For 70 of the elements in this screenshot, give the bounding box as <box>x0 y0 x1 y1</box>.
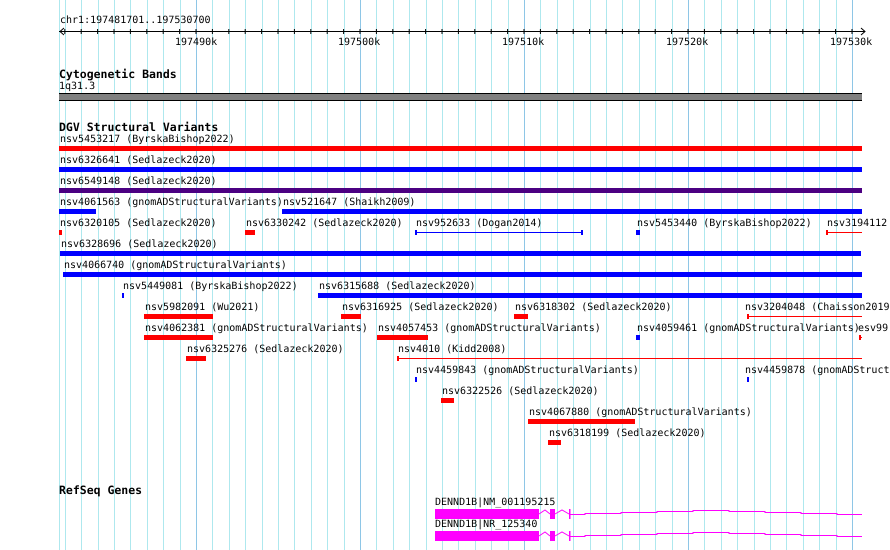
variant-bar[interactable] <box>514 314 528 319</box>
gene-model-drawing[interactable] <box>435 509 862 519</box>
variant-label: nsv5453440 (ByrskaBishop2022) <box>637 218 812 230</box>
variant-bar[interactable] <box>441 398 454 403</box>
variant-bar[interactable] <box>636 230 640 235</box>
variant-label: nsv4459843 (gnomADStructuralVariants) <box>416 365 639 377</box>
variant-label: esv99 <box>858 323 888 335</box>
variant-bar[interactable] <box>186 356 206 361</box>
variant-bar[interactable] <box>63 272 862 277</box>
variant-bar[interactable] <box>245 230 255 235</box>
gene-label: DENND1B|NR_125340 <box>435 519 538 531</box>
tick-label: 197490k <box>175 37 218 49</box>
variant-label: nsv6315688 (Sedlazeck2020) <box>319 281 476 293</box>
variant-label: nsv6328696 (Sedlazeck2020) <box>61 239 218 251</box>
variant-label: nsv4062381 (gnomADStructuralVariants) <box>145 323 368 335</box>
variant-label: nsv3194112 <box>827 218 888 230</box>
variant-label: nsv6325276 (Sedlazeck2020) <box>187 344 344 356</box>
variant-label: nsv5982091 (Wu2021) <box>145 302 260 314</box>
variant-label: nsv4057453 (gnomADStructuralVariants) <box>378 323 601 335</box>
tick-label: 197500k <box>338 37 380 49</box>
variant-bar[interactable] <box>377 335 428 340</box>
variant-bar[interactable] <box>144 335 213 340</box>
variant-label: nsv4061563 (gnomADStructuralVariants) <box>60 197 283 209</box>
variant-bar[interactable] <box>282 209 862 214</box>
gene-label: DENND1B|NM_001195215 <box>435 497 556 509</box>
variant-label: nsv6322526 (Sedlazeck2020) <box>442 386 599 398</box>
variant-label: nsv4010 (Kidd2008) <box>398 344 506 356</box>
variant-bar[interactable] <box>59 209 96 214</box>
variant-bar[interactable] <box>59 146 862 151</box>
variant-label: nsv6320105 (Sedlazeck2020) <box>60 218 217 230</box>
variant-bar[interactable] <box>548 440 561 445</box>
variant-label: nsv521647 (Shaikh2009) <box>283 197 416 209</box>
variant-label: nsv4067880 (gnomADStructuralVariants) <box>529 407 752 419</box>
variant-label: nsv6318199 (Sedlazeck2020) <box>549 428 706 440</box>
gene-model-drawing[interactable] <box>435 531 862 541</box>
variant-label: nsv6318302 (Sedlazeck2020) <box>515 302 672 314</box>
variant-label: nsv5453217 (ByrskaBishop2022) <box>60 134 235 146</box>
variant-bar[interactable] <box>341 314 361 319</box>
track-title: RefSeq Genes <box>59 484 142 497</box>
variant-label: nsv5449081 (ByrskaBishop2022) <box>123 281 298 293</box>
variant-label: nsv6326641 (Sedlazeck2020) <box>60 155 217 167</box>
location-label: chr1:197481701..197530700 <box>60 15 211 27</box>
variant-label: nsv6316925 (Sedlazeck2020) <box>342 302 499 314</box>
variant-bar[interactable] <box>60 251 861 256</box>
variant-span[interactable] <box>859 335 862 340</box>
variant-bar[interactable] <box>59 188 862 193</box>
variant-bar[interactable] <box>144 314 213 319</box>
variant-label: nsv952633 (Dogan2014) <box>416 218 542 230</box>
variant-label: nsv6330242 (Sedlazeck2020) <box>246 218 403 230</box>
tick-label: 197520k <box>666 37 708 49</box>
tick-label: 197530k <box>830 37 872 49</box>
track-title: Cytogenetic Bands <box>59 68 177 81</box>
band-label: 1q31.3 <box>59 81 96 93</box>
variant-span[interactable] <box>826 230 862 235</box>
variant-label: nsv3204048 (Chaisson2019 <box>745 302 890 314</box>
variant-span[interactable] <box>397 356 862 361</box>
variant-label: nsv6549148 (Sedlazeck2020) <box>60 176 217 188</box>
variant-bar[interactable] <box>636 335 640 340</box>
variant-label: nsv4066740 (gnomADStructuralVariants) <box>64 260 287 272</box>
variant-bar[interactable] <box>59 230 62 235</box>
variant-bar[interactable] <box>59 167 862 172</box>
variant-label: nsv4059461 (gnomADStructuralVariants) <box>637 323 860 335</box>
chromosome-band[interactable] <box>59 93 862 101</box>
variant-bar[interactable] <box>528 419 635 424</box>
track-title: DGV Structural Variants <box>59 121 218 134</box>
tick-label: 197510k <box>502 37 544 49</box>
variant-bar[interactable] <box>318 293 862 298</box>
variant-span[interactable] <box>415 230 583 235</box>
variant-span[interactable] <box>747 314 862 319</box>
variant-label: nsv4459878 (gnomADStruct <box>745 365 890 377</box>
